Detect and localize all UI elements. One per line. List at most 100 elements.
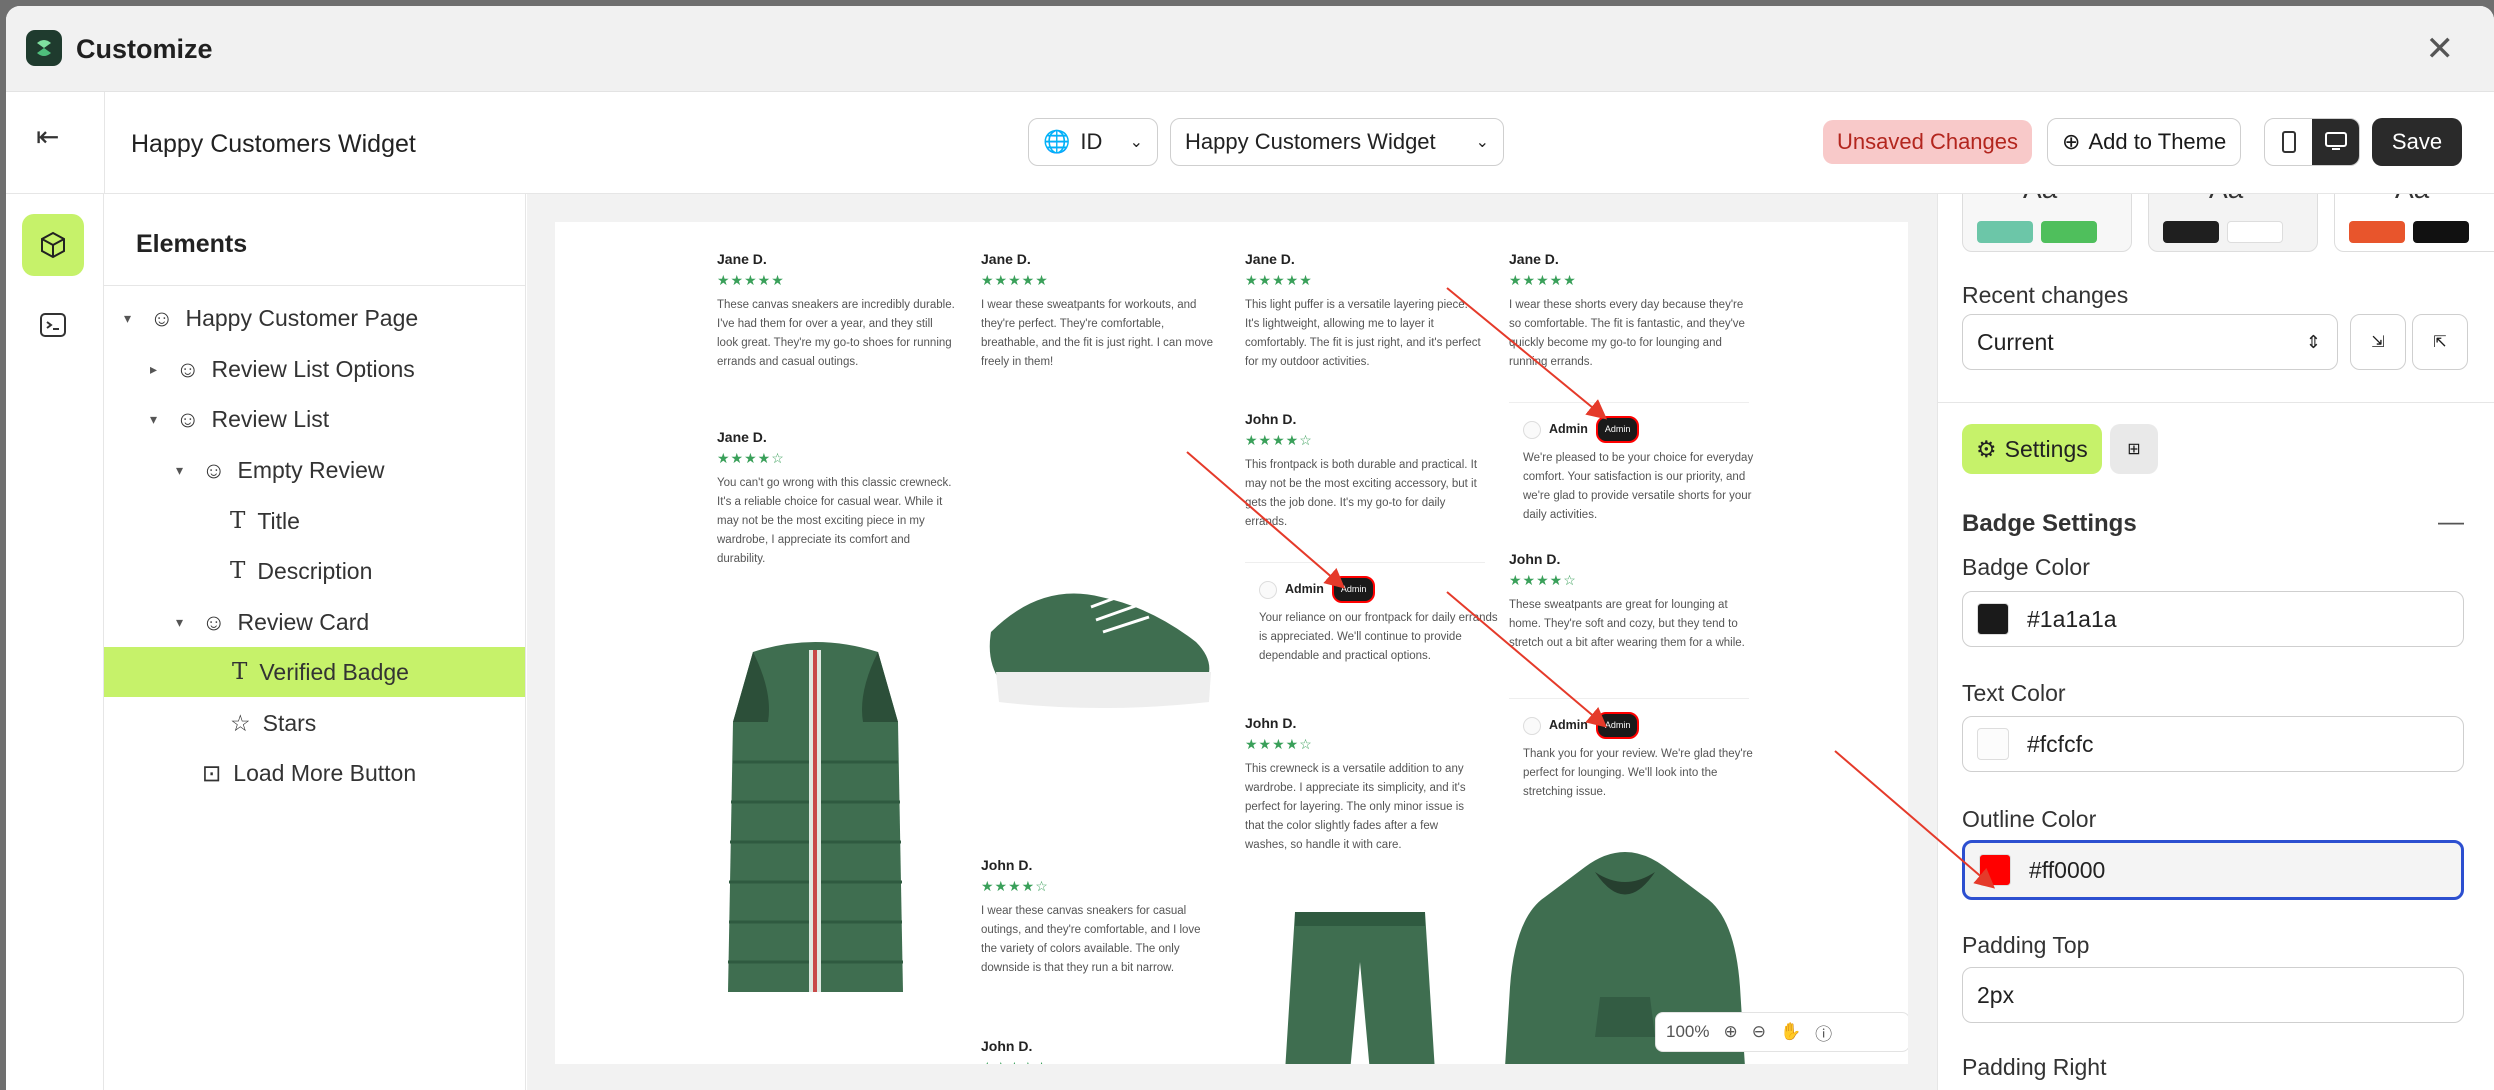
caret-down-icon[interactable]: ▾ — [150, 411, 164, 428]
tree-node-verified-badge[interactable]: T Verified Badge — [104, 647, 525, 697]
admin-name: Admin — [1549, 422, 1588, 436]
tree-node-load-more-button[interactable]: ⊡ Load More Button — [202, 748, 416, 798]
outline-color-value: #ff0000 — [2029, 856, 2106, 883]
caret-down-icon[interactable]: ▾ — [176, 614, 190, 631]
tree-node-review-list[interactable]: ▾ ☺ Review List — [150, 394, 329, 444]
tree-node-label: Review Card — [237, 608, 370, 635]
tree-node-review-card[interactable]: ▾ ☺ Review Card — [176, 597, 369, 647]
desktop-view-icon[interactable] — [2312, 119, 2359, 165]
help-icon[interactable]: ⓘ — [1815, 1020, 1832, 1045]
outline-color-swatch[interactable] — [1979, 854, 2011, 886]
customize-window: Customize ✕ ⇤ Happy Customers Widget 🌐 I… — [6, 6, 2494, 1090]
text-color-field[interactable]: #fcfcfc — [1962, 716, 2464, 772]
tree-node-title[interactable]: T Title — [230, 496, 300, 546]
tree-node-label: Review List Options — [211, 355, 415, 382]
template-select[interactable]: Happy Customers Widget ⌄ — [1170, 118, 1504, 166]
verified-badge[interactable]: Admin — [1595, 416, 1640, 443]
divider — [104, 92, 105, 193]
stars: ★★★★☆ — [1245, 736, 1313, 752]
padding-top-input[interactable]: 2px — [1962, 967, 2464, 1023]
tree-node-label: Stars — [262, 709, 317, 736]
divider — [1245, 562, 1485, 563]
tree-node-empty-review[interactable]: ▾ ☺ Empty Review — [176, 445, 384, 495]
review-text: These sweatpants are great for lounging … — [1509, 599, 1745, 649]
reviewer-name: Jane D. — [1245, 251, 1295, 267]
globe-icon: 🌐 — [1043, 129, 1071, 154]
theme-preset[interactable]: Aa — [2334, 194, 2494, 252]
tree-node-description[interactable]: T Description — [230, 546, 372, 596]
tree-node-happy-customer-page[interactable]: ▾ ☺ Happy Customer Page — [124, 293, 418, 343]
preview-page: Jane D. ★★★★★ These canvas sneakers are … — [555, 222, 1908, 1064]
close-icon[interactable]: ✕ — [2426, 32, 2455, 66]
verified-badge[interactable]: Admin — [1331, 576, 1376, 603]
review-card: John D. ★★★★☆ These sweatpants are great… — [1509, 550, 1747, 653]
review-card: John D. — [717, 1062, 955, 1064]
text-icon: T — [230, 558, 246, 584]
import-icon[interactable]: ⇲ — [2350, 314, 2406, 370]
add-to-theme-button[interactable]: ⊕ Add to Theme — [2047, 118, 2242, 166]
badge-color-label: Badge Color — [1962, 554, 2090, 580]
elements-cube-icon[interactable] — [22, 214, 84, 276]
settings-tab-label: Settings — [2004, 435, 2088, 462]
save-button[interactable]: Save — [2372, 118, 2462, 166]
tree-node-label: Review List — [211, 405, 330, 432]
theme-preset[interactable]: Aa — [2148, 194, 2318, 252]
star-icon: ☆ — [230, 709, 251, 736]
review-card: Jane D. ★★★★★ I wear these shorts every … — [1509, 250, 1747, 372]
reviewer-name: John D. — [1245, 411, 1297, 427]
section-icon: ☺ — [176, 355, 200, 382]
badge-color-swatch[interactable] — [1977, 603, 2009, 635]
caret-right-icon[interactable]: ▸ — [150, 361, 164, 378]
admin-reply-text: Your reliance on our frontpack for daily… — [1259, 612, 1498, 662]
tree-node-label: Empty Review — [237, 456, 385, 483]
tree-node-label: Verified Badge — [259, 658, 409, 685]
add-to-theme-label: Add to Theme — [2088, 129, 2227, 154]
export-icon[interactable]: ⇱ — [2412, 314, 2468, 370]
section-icon: ☺ — [202, 608, 226, 635]
verified-badge[interactable]: Admin — [1595, 712, 1640, 739]
theme-sample: Aa — [2209, 194, 2243, 205]
settings-panel: Aa Aa Aa Recent changes Current ⇕ ⇲ ⇱ ⚙ … — [1937, 194, 2494, 1090]
reviewer-name: Jane D. — [1509, 251, 1559, 267]
caret-down-icon[interactable]: ▾ — [124, 310, 138, 327]
theme-sample: Aa — [2023, 194, 2057, 205]
zoom-in-icon[interactable]: ⊕ — [1723, 1022, 1737, 1042]
button-icon: ⊡ — [202, 759, 222, 786]
review-text: These canvas sneakers are incredibly dur… — [717, 299, 955, 368]
code-icon[interactable] — [22, 294, 84, 356]
avatar — [1523, 716, 1541, 735]
device-toggle — [2264, 118, 2360, 166]
review-card: John D. ★★★★☆ I wear these canvas sneake… — [981, 856, 1219, 978]
tree-node-review-list-options[interactable]: ▸ ☺ Review List Options — [150, 344, 415, 394]
caret-down-icon[interactable]: ▾ — [176, 462, 190, 479]
theme-preset[interactable]: Aa — [1962, 194, 2132, 252]
top-toolbar: ⇤ Happy Customers Widget 🌐 ID ⌄ Happy Cu… — [6, 92, 2494, 194]
outline-color-field[interactable]: #ff0000 — [1962, 840, 2464, 900]
style-tab-icon[interactable]: ⊞ — [2110, 424, 2158, 474]
badge-color-field[interactable]: #1a1a1a — [1962, 591, 2464, 647]
exit-icon[interactable]: ⇤ — [36, 120, 59, 153]
padding-right-label: Padding Right — [1962, 1054, 2107, 1080]
collapse-icon[interactable]: — — [2438, 506, 2464, 537]
divider — [1509, 698, 1749, 699]
stars: ★★★★★ — [981, 272, 1049, 288]
left-rail — [6, 194, 104, 1090]
avatar — [1523, 420, 1541, 439]
reviewer-name: John D. — [1509, 551, 1561, 567]
admin-reply-text: Thank you for your review. We're glad th… — [1523, 748, 1753, 798]
mobile-view-icon[interactable] — [2265, 119, 2312, 165]
zoom-level: 100% — [1666, 1022, 1710, 1041]
chevron-down-icon: ⌄ — [1475, 134, 1489, 151]
recent-changes-select[interactable]: Current ⇕ — [1962, 314, 2338, 370]
swatch-primary — [2163, 221, 2219, 243]
zoom-out-icon[interactable]: ⊖ — [1752, 1022, 1766, 1042]
swatch-secondary — [2413, 221, 2469, 243]
elements-heading: Elements — [104, 194, 525, 286]
settings-tab[interactable]: ⚙ Settings — [1962, 424, 2102, 474]
stars: ★★★★☆ — [981, 878, 1049, 894]
text-color-swatch[interactable] — [1977, 728, 2009, 760]
language-select[interactable]: 🌐 ID ⌄ — [1028, 118, 1158, 166]
reviewer-name: John D. — [717, 1062, 955, 1064]
tree-node-stars[interactable]: ☆ Stars — [230, 698, 316, 748]
hand-icon[interactable]: ✋ — [1780, 1022, 1801, 1042]
